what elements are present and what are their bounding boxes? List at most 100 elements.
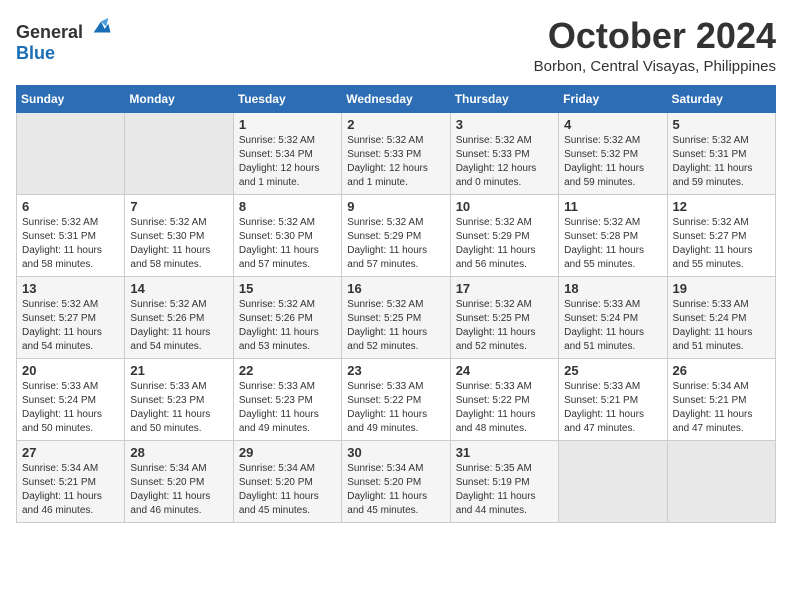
- day-number: 7: [130, 199, 227, 214]
- day-info: Sunrise: 5:34 AM Sunset: 5:20 PM Dayligh…: [239, 462, 336, 518]
- day-number: 22: [239, 363, 336, 378]
- day-info: Sunrise: 5:33 AM Sunset: 5:24 PM Dayligh…: [673, 298, 770, 354]
- calendar-cell: 14 Sunrise: 5:32 AM Sunset: 5:26 PM Dayli…: [125, 276, 233, 358]
- calendar-cell: 26 Sunrise: 5:34 AM Sunset: 5:21 PM Dayli…: [667, 358, 775, 440]
- title-area: October 2024 Borbon, Central Visayas, Ph…: [534, 16, 776, 75]
- calendar-cell: 22 Sunrise: 5:33 AM Sunset: 5:23 PM Dayli…: [233, 358, 341, 440]
- calendar-cell: 5 Sunrise: 5:32 AM Sunset: 5:31 PM Daylig…: [667, 112, 775, 194]
- calendar-header-row: SundayMondayTuesdayWednesdayThursdayFrid…: [17, 85, 776, 112]
- day-number: 14: [130, 281, 227, 296]
- day-info: Sunrise: 5:32 AM Sunset: 5:33 PM Dayligh…: [456, 134, 553, 190]
- column-header-thursday: Thursday: [450, 85, 558, 112]
- day-number: 29: [239, 445, 336, 460]
- day-info: Sunrise: 5:33 AM Sunset: 5:23 PM Dayligh…: [239, 380, 336, 436]
- calendar-cell: 10 Sunrise: 5:32 AM Sunset: 5:29 PM Dayli…: [450, 194, 558, 276]
- calendar-cell: 27 Sunrise: 5:34 AM Sunset: 5:21 PM Dayli…: [17, 440, 125, 522]
- day-info: Sunrise: 5:32 AM Sunset: 5:26 PM Dayligh…: [239, 298, 336, 354]
- column-header-sunday: Sunday: [17, 85, 125, 112]
- day-info: Sunrise: 5:32 AM Sunset: 5:27 PM Dayligh…: [673, 216, 770, 272]
- calendar-cell: 17 Sunrise: 5:32 AM Sunset: 5:25 PM Dayli…: [450, 276, 558, 358]
- day-number: 30: [347, 445, 444, 460]
- day-number: 21: [130, 363, 227, 378]
- day-number: 17: [456, 281, 553, 296]
- calendar-cell: 8Sunrise: 5:32 AM Sunset: 5:30 PM Daylig…: [233, 194, 341, 276]
- calendar-cell: 20 Sunrise: 5:33 AM Sunset: 5:24 PM Dayli…: [17, 358, 125, 440]
- day-info: Sunrise: 5:32 AM Sunset: 5:29 PM Dayligh…: [347, 216, 444, 272]
- day-info: Sunrise: 5:33 AM Sunset: 5:22 PM Dayligh…: [456, 380, 553, 436]
- column-header-saturday: Saturday: [667, 85, 775, 112]
- page-header: General Blue October 2024 Borbon, Centra…: [16, 16, 776, 75]
- day-info: Sunrise: 5:32 AM Sunset: 5:25 PM Dayligh…: [456, 298, 553, 354]
- day-number: 19: [673, 281, 770, 296]
- day-number: 16: [347, 281, 444, 296]
- day-info: Sunrise: 5:33 AM Sunset: 5:24 PM Dayligh…: [564, 298, 661, 354]
- calendar-week-row: 20 Sunrise: 5:33 AM Sunset: 5:24 PM Dayli…: [17, 358, 776, 440]
- calendar-cell: 31 Sunrise: 5:35 AM Sunset: 5:19 PM Dayli…: [450, 440, 558, 522]
- calendar-cell: 29 Sunrise: 5:34 AM Sunset: 5:20 PM Dayli…: [233, 440, 341, 522]
- calendar-week-row: 27 Sunrise: 5:34 AM Sunset: 5:21 PM Dayli…: [17, 440, 776, 522]
- day-info: Sunrise: 5:35 AM Sunset: 5:19 PM Dayligh…: [456, 462, 553, 518]
- day-info: Sunrise: 5:32 AM Sunset: 5:27 PM Dayligh…: [22, 298, 119, 354]
- day-number: 18: [564, 281, 661, 296]
- calendar-cell: 12Sunrise: 5:32 AM Sunset: 5:27 PM Dayli…: [667, 194, 775, 276]
- day-number: 6: [22, 199, 119, 214]
- day-info: Sunrise: 5:34 AM Sunset: 5:20 PM Dayligh…: [347, 462, 444, 518]
- logo-general: General: [16, 22, 83, 42]
- day-number: 13: [22, 281, 119, 296]
- calendar-cell: 25Sunrise: 5:33 AM Sunset: 5:21 PM Dayli…: [559, 358, 667, 440]
- day-number: 5: [673, 117, 770, 132]
- calendar-cell: 16 Sunrise: 5:32 AM Sunset: 5:25 PM Dayli…: [342, 276, 450, 358]
- calendar-cell: 7 Sunrise: 5:32 AM Sunset: 5:30 PM Daylig…: [125, 194, 233, 276]
- calendar-cell: 23 Sunrise: 5:33 AM Sunset: 5:22 PM Dayli…: [342, 358, 450, 440]
- column-header-wednesday: Wednesday: [342, 85, 450, 112]
- day-number: 23: [347, 363, 444, 378]
- day-number: 31: [456, 445, 553, 460]
- location-title: Borbon, Central Visayas, Philippines: [534, 58, 776, 75]
- day-info: Sunrise: 5:33 AM Sunset: 5:24 PM Dayligh…: [22, 380, 119, 436]
- day-number: 9: [347, 199, 444, 214]
- day-number: 10: [456, 199, 553, 214]
- calendar-cell: [559, 440, 667, 522]
- day-info: Sunrise: 5:34 AM Sunset: 5:21 PM Dayligh…: [22, 462, 119, 518]
- calendar-cell: [667, 440, 775, 522]
- day-number: 20: [22, 363, 119, 378]
- day-number: 1: [239, 117, 336, 132]
- calendar-cell: [125, 112, 233, 194]
- day-info: Sunrise: 5:32 AM Sunset: 5:26 PM Dayligh…: [130, 298, 227, 354]
- calendar-cell: 28 Sunrise: 5:34 AM Sunset: 5:20 PM Dayli…: [125, 440, 233, 522]
- day-info: Sunrise: 5:32 AM Sunset: 5:25 PM Dayligh…: [347, 298, 444, 354]
- calendar-cell: 4Sunrise: 5:32 AM Sunset: 5:32 PM Daylig…: [559, 112, 667, 194]
- day-number: 26: [673, 363, 770, 378]
- calendar-week-row: 13 Sunrise: 5:32 AM Sunset: 5:27 PM Dayli…: [17, 276, 776, 358]
- day-info: Sunrise: 5:34 AM Sunset: 5:20 PM Dayligh…: [130, 462, 227, 518]
- day-info: Sunrise: 5:32 AM Sunset: 5:28 PM Dayligh…: [564, 216, 661, 272]
- calendar-cell: 21 Sunrise: 5:33 AM Sunset: 5:23 PM Dayli…: [125, 358, 233, 440]
- calendar-cell: 2Sunrise: 5:32 AM Sunset: 5:33 PM Daylig…: [342, 112, 450, 194]
- day-number: 27: [22, 445, 119, 460]
- day-info: Sunrise: 5:32 AM Sunset: 5:30 PM Dayligh…: [239, 216, 336, 272]
- calendar-cell: 15Sunrise: 5:32 AM Sunset: 5:26 PM Dayli…: [233, 276, 341, 358]
- day-info: Sunrise: 5:33 AM Sunset: 5:21 PM Dayligh…: [564, 380, 661, 436]
- calendar-cell: 24Sunrise: 5:33 AM Sunset: 5:22 PM Dayli…: [450, 358, 558, 440]
- day-info: Sunrise: 5:33 AM Sunset: 5:22 PM Dayligh…: [347, 380, 444, 436]
- day-info: Sunrise: 5:32 AM Sunset: 5:33 PM Dayligh…: [347, 134, 444, 190]
- day-number: 28: [130, 445, 227, 460]
- day-info: Sunrise: 5:32 AM Sunset: 5:29 PM Dayligh…: [456, 216, 553, 272]
- calendar-week-row: 6 Sunrise: 5:32 AM Sunset: 5:31 PM Daylig…: [17, 194, 776, 276]
- day-info: Sunrise: 5:32 AM Sunset: 5:32 PM Dayligh…: [564, 134, 661, 190]
- day-info: Sunrise: 5:32 AM Sunset: 5:31 PM Dayligh…: [673, 134, 770, 190]
- calendar-cell: 13 Sunrise: 5:32 AM Sunset: 5:27 PM Dayli…: [17, 276, 125, 358]
- calendar-cell: 3Sunrise: 5:32 AM Sunset: 5:33 PM Daylig…: [450, 112, 558, 194]
- logo: General Blue: [16, 16, 112, 64]
- column-header-friday: Friday: [559, 85, 667, 112]
- calendar-cell: 11Sunrise: 5:32 AM Sunset: 5:28 PM Dayli…: [559, 194, 667, 276]
- column-header-tuesday: Tuesday: [233, 85, 341, 112]
- day-info: Sunrise: 5:33 AM Sunset: 5:23 PM Dayligh…: [130, 380, 227, 436]
- calendar-cell: 9 Sunrise: 5:32 AM Sunset: 5:29 PM Daylig…: [342, 194, 450, 276]
- day-info: Sunrise: 5:32 AM Sunset: 5:30 PM Dayligh…: [130, 216, 227, 272]
- logo-text: General Blue: [16, 16, 112, 64]
- day-info: Sunrise: 5:34 AM Sunset: 5:21 PM Dayligh…: [673, 380, 770, 436]
- day-info: Sunrise: 5:32 AM Sunset: 5:31 PM Dayligh…: [22, 216, 119, 272]
- calendar-cell: 1Sunrise: 5:32 AM Sunset: 5:34 PM Daylig…: [233, 112, 341, 194]
- column-header-monday: Monday: [125, 85, 233, 112]
